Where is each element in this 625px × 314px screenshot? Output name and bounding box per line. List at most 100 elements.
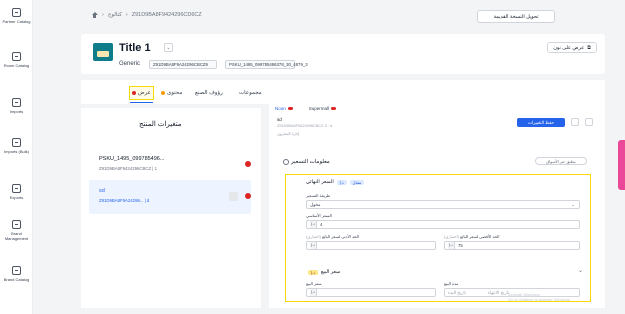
pricing-method-label: طريقة التسعير [306, 193, 331, 198]
final-price-header: السعر النهائي د.إ معدل [306, 179, 365, 185]
max-price-input[interactable]: د.إ 75 [444, 241, 580, 250]
status-badge [287, 107, 293, 110]
base-price-label: السعر الأساسي [306, 213, 332, 218]
nav-label: Imports [9, 109, 24, 114]
tab-manufacturer[interactable]: رؤوف الصنع [193, 86, 225, 100]
psku-chip[interactable]: PSKU_1495_099785496378_30_4879_3 [225, 60, 308, 69]
nav-item-imports[interactable]: Imports [0, 98, 33, 114]
chevron-down-icon: ⌄ [571, 202, 575, 207]
tab-label: عرض [138, 90, 151, 96]
offer-code: sd [277, 117, 282, 122]
save-changes-button[interactable]: حفظ التغييرات [517, 118, 565, 127]
status-dot [132, 91, 136, 95]
breadcrumb-section[interactable]: كتالوج [108, 12, 122, 18]
product-id-chip[interactable]: Z91D9BA8F9A24296CBCZ9 [149, 60, 217, 69]
currency-prefix: د.إ [310, 221, 317, 228]
old-version-button[interactable]: تحويل النسخة القديمة [477, 10, 555, 23]
offer-panel: Noon Supermall sd Z91D9BA8F9A24296CBCZ-3… [269, 104, 605, 308]
marketplace-tabs: Noon Supermall [275, 106, 337, 111]
home-icon[interactable] [91, 12, 98, 18]
sale-section-title: سعر البيع [320, 269, 341, 275]
final-price-label: السعر النهائي [306, 179, 334, 185]
nav-label: Brand Catalog [3, 277, 30, 282]
nav-item-exports[interactable]: Exports [0, 184, 33, 200]
sale-price-label: سعر البيع [306, 281, 322, 286]
product-title-card: Title 1 ⌄ Generic Z91D9BA8F9A24296CBCZ9 … [81, 34, 605, 74]
base-price-value: 4 [320, 222, 323, 227]
edit-icon[interactable] [229, 192, 238, 201]
windows-watermark: Activate Windows Go to Settings to activ… [508, 292, 578, 302]
nav-label: Partner Catalog [2, 19, 31, 24]
top-bar: › كتالوج › Z91D9BA8F9424296CD6CZ تحويل ا… [33, 0, 625, 32]
pricing-method-select[interactable]: مخول ⌄ [306, 200, 580, 209]
product-type: Generic [119, 61, 141, 67]
preview-on-noon-button[interactable]: عرض على نون ⧉ [547, 42, 597, 53]
room-icon [12, 52, 21, 61]
variation-item[interactable]: PSKU_1495_099785496... Z91D9BA8F9424296C… [89, 148, 251, 182]
variations-panel: متغيرات المنتج PSKU_1495_099785496... Z9… [81, 108, 261, 308]
max-price-label: الحد الأقصى لسعر البائع (اختياري) [444, 234, 500, 239]
variation-sub: Z91D9BA8F9A24296... | d [99, 198, 150, 203]
tab-label: رؤوف الصنع [195, 90, 223, 96]
start-date-placeholder: تاريخ البدء [448, 289, 466, 295]
currency-pill: د.إ [308, 269, 318, 275]
offer-meta: Z91D9BA8F9A24296CBCZ-3 · d [277, 124, 333, 128]
min-price-label: الحد الأدنى لسعر البائع (اختياري) [306, 234, 359, 239]
pricing-scope-hint: مطبق عبر الأسواق [535, 157, 587, 165]
nav-item-partner-catalog[interactable]: Partner Catalog [0, 8, 33, 24]
nav-item-room-catalog[interactable]: Room Catalog [0, 52, 33, 68]
variations-title: متغيرات المنتج [139, 121, 182, 128]
export-icon [12, 184, 21, 193]
breadcrumb-separator: › [125, 12, 128, 18]
nav-item-brand-management[interactable]: Brand Management [0, 220, 33, 241]
pricing-method-value: مخول [310, 201, 321, 207]
preview-label: عرض على نون [553, 44, 585, 51]
variation-item-selected[interactable]: sd Z91D9BA8F9A24296... | d [89, 180, 251, 214]
status-badge [331, 107, 337, 110]
brand-catalog-icon [12, 266, 21, 275]
variation-name: sd [99, 188, 105, 194]
tab-noon[interactable]: Noon [275, 106, 293, 111]
currency-prefix: د.إ [310, 289, 317, 296]
sale-price-input[interactable]: د.إ [306, 288, 436, 297]
chevron-down-icon[interactable]: ⌄ [164, 43, 173, 52]
tab-content[interactable]: محتوى [159, 86, 184, 100]
pricing-section-title: معلومات التسعير [291, 159, 330, 165]
nav-label: Exports [9, 195, 24, 200]
refresh-icon[interactable] [571, 118, 579, 126]
variation-sub: Z91D9BA8F9424296CBCZ | 1 [99, 166, 157, 171]
chevron-down-icon[interactable]: ⌄ [578, 267, 583, 274]
more-icon[interactable] [585, 118, 593, 126]
status-dot [245, 193, 251, 199]
variation-name: PSKU_1495_099785496... [99, 156, 165, 162]
feedback-tab[interactable] [618, 140, 625, 190]
watermark-line: Go to Settings to activate Windows. [508, 297, 572, 302]
bulk-import-icon [12, 138, 21, 147]
breadcrumb-id: Z91D9BA8F9424296CD6CZ [131, 12, 202, 18]
tab-groups[interactable]: مجموعات [237, 86, 264, 100]
product-title: Title 1 [119, 42, 151, 54]
nav-label: Brand Management [4, 231, 29, 241]
currency-prefix: د.إ [448, 242, 455, 249]
max-price-value: 75 [458, 243, 463, 248]
nav-item-brand-catalog[interactable]: Brand Catalog [0, 266, 33, 282]
main-content: › كتالوج › Z91D9BA8F9424296CD6CZ تحويل ا… [33, 0, 625, 314]
catalog-icon [12, 8, 21, 17]
nav-label: Imports (Bulk) [4, 149, 29, 154]
brand-icon [12, 220, 21, 229]
status-dot [245, 161, 251, 167]
tab-supermall[interactable]: Supermall [309, 106, 337, 111]
external-link-icon: ⧉ [587, 44, 591, 51]
breadcrumb: › كتالوج › Z91D9BA8F9424296CD6CZ [91, 12, 202, 18]
min-price-input[interactable]: د.إ [306, 241, 436, 250]
inventory-link[interactable]: إدارة المخزون [277, 131, 299, 136]
base-price-input[interactable]: د.إ 4 [306, 220, 580, 229]
nav-item-imports-bulk[interactable]: Imports (Bulk) [0, 138, 33, 154]
pricing-icon [283, 159, 289, 165]
end-date-placeholder: تاريخ الانتهاء [487, 289, 510, 295]
left-nav: Partner Catalog Room Catalog Imports Imp… [0, 0, 33, 314]
tab-label: محتوى [167, 90, 183, 96]
pricing-form: السعر النهائي د.إ معدل طريقة التسعير مخو… [285, 174, 591, 302]
tab-offer[interactable]: عرض [129, 86, 154, 103]
sale-period-label: مدة البيع [444, 281, 459, 286]
